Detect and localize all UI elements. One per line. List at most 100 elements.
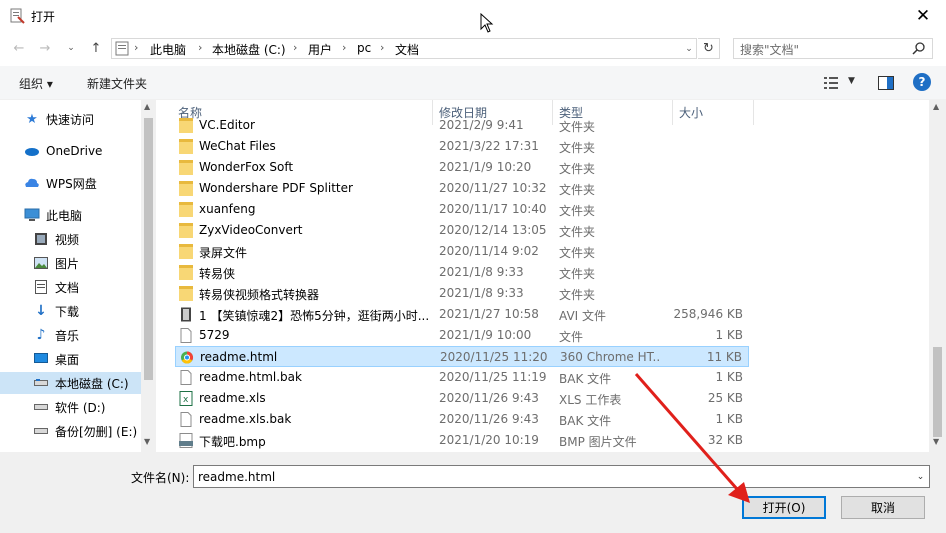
file-type: 文件夹 [559,183,596,197]
scroll-down-icon[interactable]: ▼ [933,437,939,446]
refresh-button[interactable]: ↻ [698,38,720,59]
forward-button[interactable]: → [34,37,56,59]
new-folder-button[interactable]: 新建文件夹 [87,75,147,92]
filename-label: 文件名(N): [131,471,190,485]
file-row[interactable]: xuanfeng 2020/11/17 10:40 文件夹 [175,199,749,220]
file-date: 2020/11/14 9:02 [439,244,539,258]
file-row-selected[interactable]: readme.html 2020/11/25 11:20 360 Chrome HT… [175,346,749,367]
file-row[interactable]: WonderFox Soft 2021/1/9 10:20 文件夹 [175,157,749,178]
breadcrumb-this-pc[interactable]: 此电脑 [150,41,186,58]
file-row[interactable]: 下载吧.bmp 2021/1/20 10:19 BMP 图片文件 32 KB [175,430,749,451]
organize-button[interactable]: 组织 ▾ [19,75,53,92]
file-list-scroll-thumb[interactable] [933,347,942,437]
file-name: 1 【笑镇惊魂2】恐怖5分钟，逛街两小时... [199,309,430,323]
help-icon[interactable]: ? [913,73,931,91]
nav-scroll-thumb[interactable] [144,118,153,380]
folder-icon [179,286,193,301]
file-icon [180,412,192,427]
file-name: xuanfeng [199,202,256,216]
document-icon [33,279,49,295]
nav-music[interactable]: ♪ 音乐 [33,324,141,346]
address-bar[interactable]: › 此电脑 › 本地磁盘 (C:) › 用户 › pc › 文档 [111,38,697,59]
breadcrumb-separator[interactable]: › [342,41,346,54]
command-bar: 组织 ▾ 新建文件夹 ▼ [0,66,946,100]
file-date: 2021/1/8 9:33 [439,286,524,300]
search-input[interactable]: 搜索"文档" [733,38,933,59]
nav-wps-cloud[interactable]: WPS网盘 [24,172,141,194]
breadcrumb-separator[interactable]: › [293,41,297,54]
nav-this-pc[interactable]: 此电脑 [24,204,141,226]
file-row[interactable]: readme.xls.bak 2020/11/26 9:43 BAK 文件 1 KB [175,409,749,430]
file-name: 录屏文件 [199,246,248,260]
nav-downloads[interactable]: ↓ 下载 [33,300,141,322]
up-arrow-icon: ↑ [90,40,102,56]
file-type: 文件夹 [559,141,596,155]
filename-dropdown[interactable]: ⌄ [912,466,929,487]
nav-desktop[interactable]: 桌面 [33,348,141,370]
nav-documents[interactable]: 文档 [33,276,141,298]
breadcrumb-separator[interactable]: › [198,41,202,54]
file-row[interactable]: 转易侠视频格式转换器 2021/1/8 9:33 文件夹 [175,283,749,304]
recent-locations-button[interactable]: ⌄ [60,37,82,59]
breadcrumb-local-disk[interactable]: 本地磁盘 (C:) [212,41,286,58]
nav-label: 文档 [55,280,80,295]
nav-onedrive[interactable]: OneDrive [24,140,141,162]
file-date: 2021/1/20 10:19 [439,433,539,447]
file-icon [180,370,192,385]
scroll-up-icon[interactable]: ▲ [144,102,150,111]
file-row[interactable]: 转易侠 2021/1/8 9:33 文件夹 [175,262,749,283]
nav-videos[interactable]: 视频 [33,228,141,250]
file-name: 下载吧.bmp [199,435,266,449]
breadcrumb-separator[interactable]: › [134,41,138,54]
file-row[interactable]: 5729 2021/1/9 10:00 文件 1 KB [175,325,749,346]
nav-pictures[interactable]: 图片 [33,252,141,274]
breadcrumb-documents[interactable]: 文档 [395,41,419,58]
file-row[interactable]: 1 【笑镇惊魂2】恐怖5分钟，逛街两小时... 2021/1/27 10:58 AV… [175,304,749,325]
file-row[interactable]: x readme.xls 2020/11/26 9:43 XLS 工作表 25 KB [175,388,749,409]
scroll-up-icon[interactable]: ▲ [933,102,939,111]
file-row[interactable]: readme.html.bak 2020/11/25 11:19 BAK 文件 1 K… [175,367,749,388]
address-dropdown[interactable]: ⌄ [681,39,697,58]
view-options-icon[interactable] [823,76,839,90]
file-name: readme.html.bak [199,370,302,384]
nav-quick-access[interactable]: ★ 快速访问 [24,108,141,130]
column-divider[interactable] [753,100,754,125]
wps-cloud-icon [24,175,40,191]
file-type: 文件夹 [559,162,596,176]
breadcrumb-users[interactable]: 用户 [308,41,332,58]
close-button[interactable]: ✕ [900,0,946,31]
nav-drive-e[interactable]: 备份[勿删] (E:) [33,420,141,442]
breadcrumb-separator[interactable]: › [380,41,384,54]
nav-label: 快速访问 [46,112,95,127]
file-type: 文件夹 [559,267,596,281]
file-date: 2021/3/22 17:31 [439,139,539,153]
open-button[interactable]: 打开(O) [742,496,826,519]
file-row[interactable]: WeChat Files 2021/3/22 17:31 文件夹 [175,136,749,157]
file-name: readme.xls [199,391,266,405]
scroll-down-icon[interactable]: ▼ [144,437,150,446]
file-row[interactable]: Wondershare PDF Splitter 2020/11/27 10:32… [175,178,749,199]
file-row[interactable]: VC.Editor 2021/2/9 9:41 文件夹 [175,115,749,136]
view-dropdown-icon[interactable]: ▼ [848,76,855,86]
preview-pane-icon[interactable] [878,76,894,90]
file-row[interactable]: ZyxVideoConvert 2020/12/14 13:05 文件夹 [175,220,749,241]
nav-drive-d[interactable]: 软件 (D:) [33,396,141,418]
breadcrumb-pc[interactable]: pc [357,41,371,55]
open-dialog-icon [10,8,25,24]
nav-label: 视频 [55,232,80,247]
nav-local-disk-c[interactable]: 本地磁盘 (C:) [0,372,141,394]
folder-icon [179,139,193,154]
file-name: 转易侠 [199,267,236,281]
nav-label: 备份[勿删] (E:) [55,424,138,439]
up-button[interactable]: ↑ [85,37,107,59]
file-row[interactable]: 录屏文件 2020/11/14 9:02 文件夹 [175,241,749,262]
file-date: 2020/11/17 10:40 [439,202,547,216]
filename-input[interactable]: readme.html [193,465,930,488]
search-icon [912,42,925,55]
forward-arrow-icon: → [39,40,51,56]
cancel-button[interactable]: 取消 [841,496,925,519]
file-list-scrollbar[interactable]: ▲ ▼ [929,100,946,452]
back-button[interactable]: ← [8,37,30,59]
nav-scrollbar[interactable]: ▲ ▼ [141,100,156,452]
file-name: 5729 [199,328,230,342]
